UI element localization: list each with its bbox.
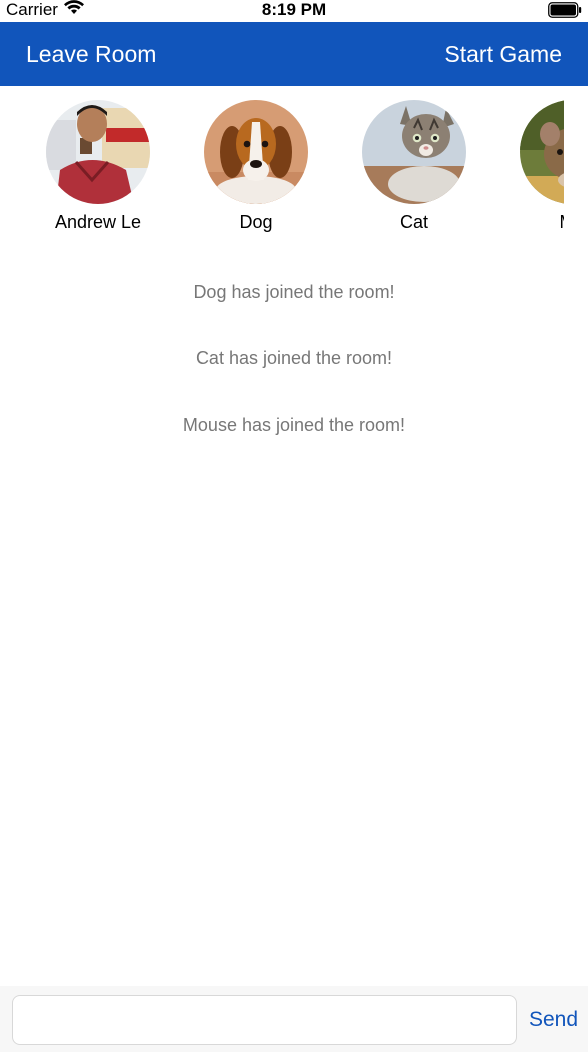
message-input[interactable] (12, 995, 517, 1045)
status-time: 8:19 PM (261, 0, 327, 19)
player-name: Dog (239, 212, 273, 232)
player-item[interactable]: Andrew Le (18, 100, 178, 240)
player-list[interactable]: Andrew Le Dog Cat (0, 86, 564, 246)
avatar (520, 100, 564, 204)
player-item[interactable]: Cat (334, 100, 494, 240)
system-message: Cat has joined the room! (195, 348, 393, 368)
player-name: Mo (492, 212, 564, 233)
player-name: Andrew Le (54, 212, 142, 232)
player-item[interactable]: Mo (492, 100, 564, 240)
send-button[interactable]: Send (529, 995, 578, 1045)
player-item[interactable]: Dog (176, 100, 336, 240)
status-bar: Carrier 8:19 PM (0, 0, 588, 22)
avatar (204, 100, 308, 204)
player-name: Cat (399, 212, 428, 232)
system-message: Mouse has joined the room! (182, 415, 406, 435)
message-input-bar: Send (0, 986, 588, 1052)
avatar (46, 100, 150, 204)
leave-room-button[interactable]: Leave Room (26, 22, 156, 86)
avatar (362, 100, 466, 204)
battery-icon (548, 2, 582, 23)
start-game-button[interactable]: Start Game (444, 22, 562, 86)
game-room-screen: Carrier 8:19 PM Leave Room Start Game An… (0, 0, 588, 1052)
navigation-bar: Leave Room Start Game (0, 22, 588, 86)
system-message: Dog has joined the room! (193, 282, 395, 302)
